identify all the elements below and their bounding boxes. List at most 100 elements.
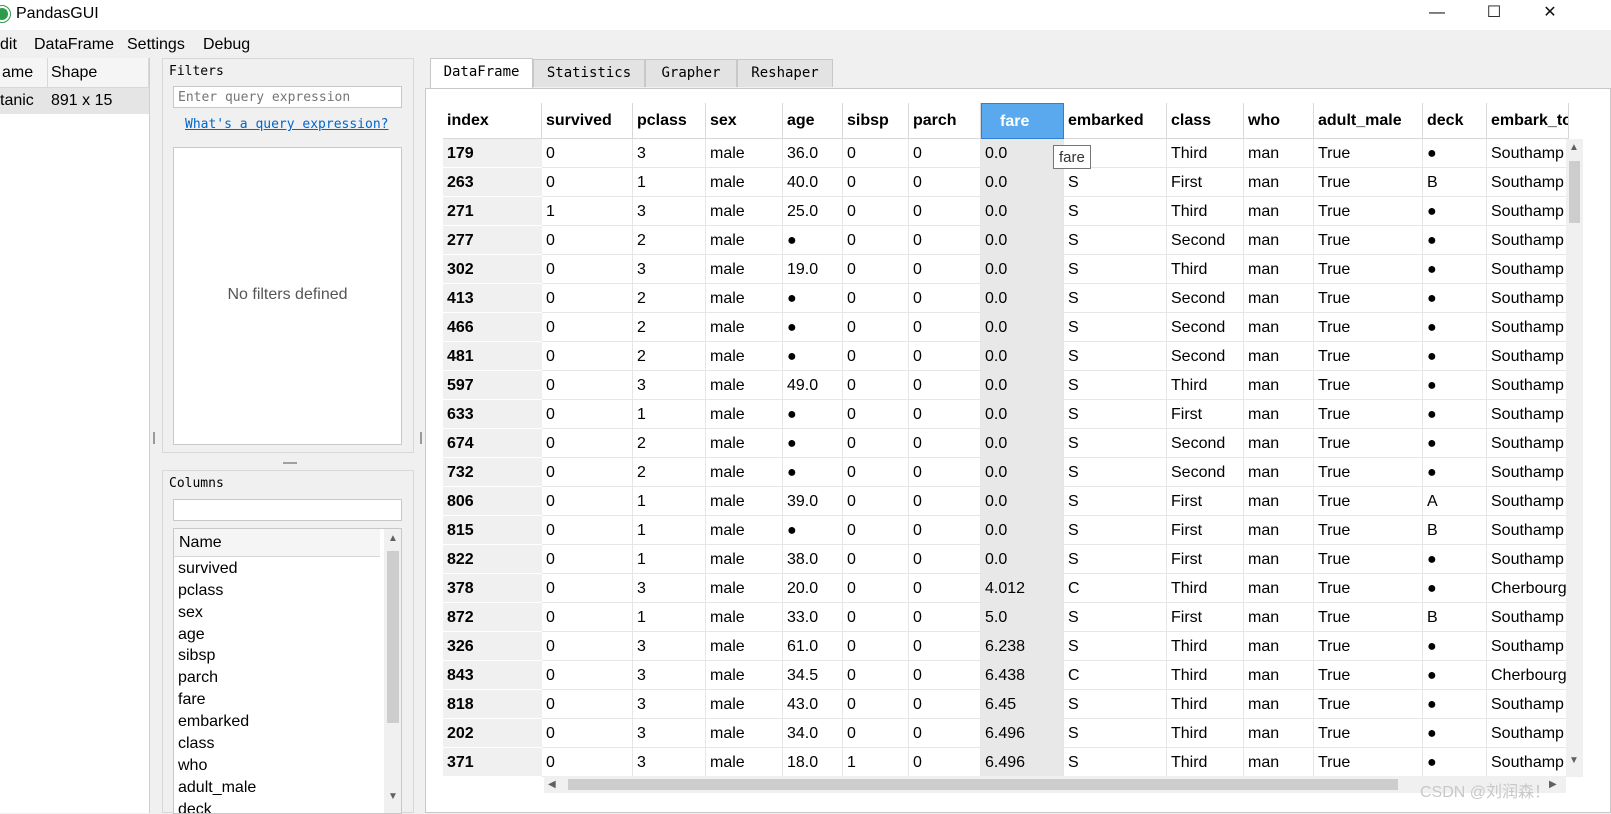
table-cell-embarked[interactable]: S (1064, 748, 1167, 777)
table-cell-age[interactable]: ● (783, 516, 843, 545)
table-cell-sibsp[interactable]: 0 (843, 719, 909, 748)
maximize-button[interactable]: ☐ (1471, 0, 1517, 28)
table-cell-who[interactable]: man (1244, 255, 1314, 284)
table-cell-parch[interactable]: 0 (909, 661, 981, 690)
menu-settings[interactable]: Settings (127, 36, 185, 54)
column-header-parch[interactable]: parch (909, 103, 981, 139)
table-cell-fare[interactable]: 6.438 (981, 661, 1064, 690)
table-cell-parch[interactable]: 0 (909, 342, 981, 371)
table-cell-pclass[interactable]: 3 (633, 574, 706, 603)
table-cell-embarked[interactable]: S (1064, 516, 1167, 545)
table-cell-who[interactable]: man (1244, 139, 1314, 168)
table-cell-who[interactable]: man (1244, 574, 1314, 603)
table-cell-survived[interactable]: 0 (542, 719, 633, 748)
table-cell-embark-to[interactable]: Southamp (1487, 197, 1569, 226)
table-cell-fare[interactable]: 0.0 (981, 487, 1064, 516)
table-cell-survived[interactable]: 0 (542, 516, 633, 545)
table-cell-sex[interactable]: male (706, 197, 783, 226)
table-cell-who[interactable]: man (1244, 690, 1314, 719)
table-cell-adult-male[interactable]: True (1314, 429, 1423, 458)
table-cell-fare[interactable]: 0.0 (981, 516, 1064, 545)
table-cell-parch[interactable]: 0 (909, 748, 981, 777)
table-cell-pclass[interactable]: 1 (633, 168, 706, 197)
table-cell-embarked[interactable]: S (1064, 632, 1167, 661)
table-cell-embark-to[interactable]: Southamp (1487, 284, 1569, 313)
table-cell-embarked[interactable]: S (1064, 313, 1167, 342)
filters-list[interactable]: No filters defined (173, 147, 402, 445)
table-cell-who[interactable]: man (1244, 719, 1314, 748)
table-cell-adult-male[interactable]: True (1314, 458, 1423, 487)
column-item-survived[interactable]: survived (178, 560, 238, 578)
table-cell-fare[interactable]: 0.0 (981, 284, 1064, 313)
table-cell-survived[interactable]: 0 (542, 748, 633, 777)
scroll-down-arrow-icon[interactable]: ▼ (388, 791, 398, 802)
table-cell-age[interactable]: 20.0 (783, 574, 843, 603)
table-vertical-scroll-thumb[interactable] (1569, 161, 1580, 223)
table-cell-embarked[interactable]: S (1064, 487, 1167, 516)
table-row[interactable]: 0 1 male 33.0 0 0 5.0 S First man True B Southamp (542, 603, 1569, 632)
table-cell-deck[interactable]: ● (1423, 284, 1487, 313)
table-cell-parch[interactable]: 0 (909, 516, 981, 545)
table-cell-pclass[interactable]: 3 (633, 632, 706, 661)
table-cell-embark-to[interactable]: Southamp (1487, 632, 1569, 661)
table-cell-parch[interactable]: 0 (909, 603, 981, 632)
column-item-deck[interactable]: deck (178, 801, 212, 813)
table-cell-fare[interactable]: 0.0 (981, 168, 1064, 197)
table-cell-class[interactable]: Third (1167, 371, 1244, 400)
table-cell-sibsp[interactable]: 0 (843, 400, 909, 429)
table-cell-survived[interactable]: 0 (542, 458, 633, 487)
table-cell-age[interactable]: ● (783, 458, 843, 487)
row-index[interactable]: 818 (443, 690, 542, 719)
table-cell-who[interactable]: man (1244, 429, 1314, 458)
table-cell-embarked[interactable]: C (1064, 661, 1167, 690)
table-cell-who[interactable]: man (1244, 284, 1314, 313)
table-row[interactable]: 0 1 male ● 0 0 0.0 S First man True B Southamp (542, 516, 1569, 545)
table-cell-who[interactable]: man (1244, 342, 1314, 371)
table-row[interactable]: 0 2 male ● 0 0 0.0 S Second man True ● Southamp (542, 429, 1569, 458)
table-cell-deck[interactable]: B (1423, 516, 1487, 545)
table-cell-who[interactable]: man (1244, 748, 1314, 777)
table-cell-age[interactable]: 19.0 (783, 255, 843, 284)
table-cell-parch[interactable]: 0 (909, 458, 981, 487)
table-cell-adult-male[interactable]: True (1314, 313, 1423, 342)
table-cell-deck[interactable]: B (1423, 168, 1487, 197)
table-cell-embarked[interactable]: S (1064, 400, 1167, 429)
table-cell-embarked[interactable]: S (1064, 545, 1167, 574)
row-index[interactable]: 466 (443, 313, 542, 342)
table-cell-sex[interactable]: male (706, 690, 783, 719)
table-row[interactable]: 0 1 male ● 0 0 0.0 S First man True ● Southamp (542, 400, 1569, 429)
row-index[interactable]: 732 (443, 458, 542, 487)
table-cell-adult-male[interactable]: True (1314, 400, 1423, 429)
table-cell-parch[interactable]: 0 (909, 400, 981, 429)
table-cell-sibsp[interactable]: 0 (843, 458, 909, 487)
table-cell-who[interactable]: man (1244, 487, 1314, 516)
table-cell-age[interactable]: 40.0 (783, 168, 843, 197)
table-cell-class[interactable]: Third (1167, 574, 1244, 603)
table-cell-adult-male[interactable]: True (1314, 632, 1423, 661)
table-cell-fare[interactable]: 0.0 (981, 139, 1064, 168)
table-cell-who[interactable]: man (1244, 168, 1314, 197)
table-cell-age[interactable]: 49.0 (783, 371, 843, 400)
table-cell-who[interactable]: man (1244, 458, 1314, 487)
table-cell-parch[interactable]: 0 (909, 429, 981, 458)
table-cell-sex[interactable]: male (706, 603, 783, 632)
table-cell-parch[interactable]: 0 (909, 719, 981, 748)
table-cell-age[interactable]: 39.0 (783, 487, 843, 516)
table-cell-parch[interactable]: 0 (909, 197, 981, 226)
table-cell-fare[interactable]: 0.0 (981, 226, 1064, 255)
table-cell-parch[interactable]: 0 (909, 690, 981, 719)
table-cell-adult-male[interactable]: True (1314, 284, 1423, 313)
table-cell-embark-to[interactable]: Southamp (1487, 458, 1569, 487)
table-cell-survived[interactable]: 0 (542, 371, 633, 400)
table-cell-fare[interactable]: 6.238 (981, 632, 1064, 661)
table-cell-embark-to[interactable]: Southamp (1487, 545, 1569, 574)
table-cell-deck[interactable]: ● (1423, 226, 1487, 255)
table-cell-survived[interactable]: 0 (542, 603, 633, 632)
scroll-left-arrow-icon[interactable]: ◀ (548, 779, 556, 790)
table-cell-who[interactable]: man (1244, 371, 1314, 400)
table-cell-deck[interactable]: ● (1423, 545, 1487, 574)
table-cell-sex[interactable]: male (706, 400, 783, 429)
table-cell-fare[interactable]: 0.0 (981, 371, 1064, 400)
table-cell-deck[interactable]: ● (1423, 197, 1487, 226)
table-cell-pclass[interactable]: 3 (633, 197, 706, 226)
